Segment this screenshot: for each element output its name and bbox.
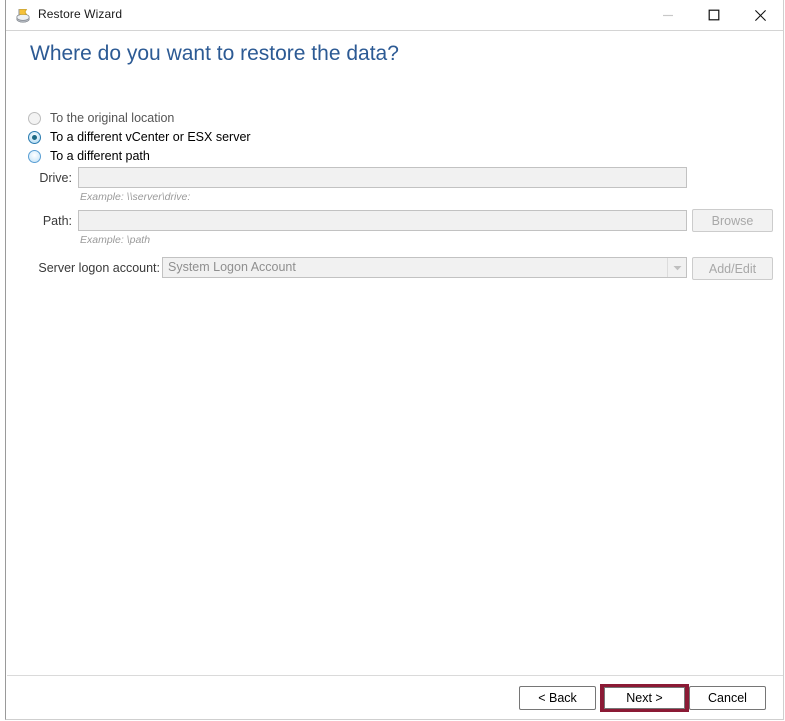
window-title: Restore Wizard — [38, 7, 123, 21]
radio-indicator-vcenter — [28, 130, 41, 144]
next-button-focus-ring: Next > — [600, 684, 689, 712]
server-logon-account-select[interactable]: System Logon Account — [162, 257, 687, 278]
radio-label-path: To a different path — [50, 149, 150, 163]
restore-disc-icon — [15, 8, 31, 24]
close-icon — [754, 9, 767, 22]
back-button[interactable]: < Back — [519, 686, 596, 710]
next-button[interactable]: Next > — [604, 687, 685, 709]
radio-to-different-path[interactable]: To a different path — [28, 147, 150, 165]
minimize-button[interactable] — [645, 0, 691, 30]
browse-button[interactable]: Browse — [692, 209, 773, 232]
footer-divider — [7, 675, 783, 676]
drive-input[interactable] — [78, 167, 687, 188]
close-button[interactable] — [737, 0, 783, 30]
cancel-button[interactable]: Cancel — [689, 686, 766, 710]
radio-indicator-original — [28, 111, 41, 125]
path-input[interactable] — [78, 210, 687, 231]
title-bar: Restore Wizard — [6, 0, 783, 31]
add-edit-button[interactable]: Add/Edit — [692, 257, 773, 280]
drive-label: Drive: — [39, 171, 72, 185]
chevron-down-icon — [667, 258, 686, 277]
maximize-icon — [708, 9, 720, 21]
path-label: Path: — [42, 214, 72, 228]
radio-to-different-vcenter-or-esx-server[interactable]: To a different vCenter or ESX server — [28, 128, 251, 146]
maximize-button[interactable] — [691, 0, 737, 30]
drive-hint: Example: \\server\drive: — [80, 191, 191, 203]
page-title: Where do you want to restore the data? — [30, 42, 399, 65]
radio-indicator-path — [28, 149, 41, 163]
restore-wizard-window: Restore Wizard Where do you want to rest… — [5, 0, 784, 720]
path-hint: Example: \path — [80, 234, 151, 246]
radio-to-original-location[interactable]: To the original location — [28, 109, 174, 127]
radio-label-vcenter: To a different vCenter or ESX server — [50, 130, 251, 144]
server-logon-account-value: System Logon Account — [168, 260, 296, 274]
minimize-icon — [662, 9, 674, 21]
server-logon-account-label: Server logon account: — [38, 261, 160, 275]
radio-label-original: To the original location — [50, 111, 175, 125]
